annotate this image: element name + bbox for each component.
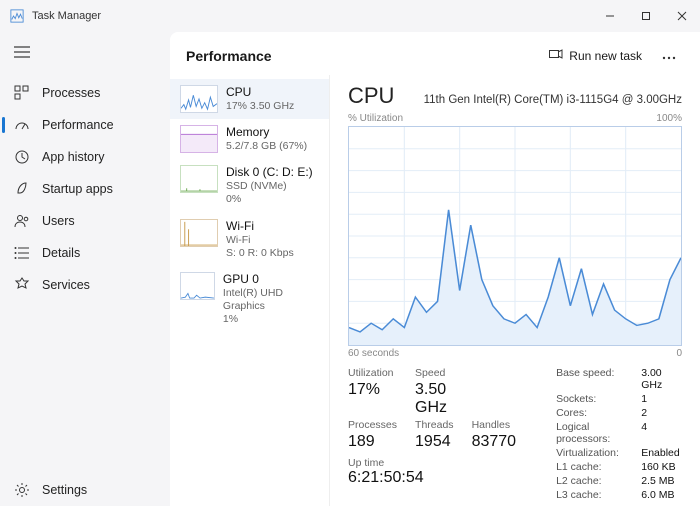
x-axis-right: 0	[676, 348, 682, 359]
app-icon	[10, 9, 24, 23]
gear-icon	[14, 482, 30, 498]
perf-name: CPU	[226, 85, 294, 100]
x-axis-left: 60 seconds	[348, 348, 399, 359]
list-icon	[14, 245, 30, 261]
nav-label: Services	[42, 278, 90, 292]
cpu-thumb	[180, 85, 218, 113]
nav-performance[interactable]: Performance	[0, 109, 170, 141]
info-value: 4	[641, 421, 682, 445]
proc-label: Processes	[348, 419, 397, 431]
speed-value: 3.50 GHz	[415, 381, 454, 417]
gpu-thumb	[180, 272, 215, 300]
speed-label: Speed	[415, 367, 454, 379]
grid-icon	[14, 85, 30, 101]
perf-item-gpu0[interactable]: GPU 0Intel(R) UHD Graphics1%	[170, 266, 329, 332]
perf-sub: Wi-Fi	[226, 234, 294, 247]
uptime-label: Up time	[348, 457, 516, 469]
info-value: Enabled	[641, 447, 682, 459]
nav-startup-apps[interactable]: Startup apps	[0, 173, 170, 205]
nav-label: App history	[42, 150, 105, 164]
info-key: Logical processors:	[556, 421, 621, 445]
disk-thumb	[180, 165, 218, 193]
uptime-value: 6:21:50:54	[348, 469, 516, 487]
info-key: Virtualization:	[556, 447, 621, 459]
run-task-label: Run new task	[569, 49, 642, 63]
perf-sub: 5.2/7.8 GB (67%)	[226, 140, 307, 153]
nav-label: Startup apps	[42, 182, 113, 196]
y-axis-label: % Utilization	[348, 113, 403, 124]
nav-services[interactable]: Services	[0, 269, 170, 301]
detail-panel: CPU 11th Gen Intel(R) Core(TM) i3-1115G4…	[330, 75, 700, 506]
perf-sub2: 1%	[223, 313, 319, 326]
perf-name: GPU 0	[223, 272, 319, 287]
nav-label: Settings	[42, 483, 87, 497]
window-close-button[interactable]	[664, 0, 700, 32]
nav-processes[interactable]: Processes	[0, 77, 170, 109]
wifi-thumb	[180, 219, 218, 247]
perf-sub2: 0%	[226, 193, 313, 206]
history-icon	[14, 149, 30, 165]
perf-name: Memory	[226, 125, 307, 140]
perf-list: CPU17% 3.50 GHz Memory5.2/7.8 GB (67%) D…	[170, 75, 330, 506]
nav-users[interactable]: Users	[0, 205, 170, 237]
info-key: L2 cache:	[556, 475, 621, 487]
info-key: L1 cache:	[556, 461, 621, 473]
util-label: Utilization	[348, 367, 397, 379]
rocket-icon	[14, 181, 30, 197]
memory-thumb	[180, 125, 218, 153]
system-info: Base speed: 3.00 GHz Sockets: 1 Cores: 2 Logic…	[556, 367, 682, 501]
y-axis-max: 100%	[656, 113, 682, 124]
run-new-task-button[interactable]: Run new task	[541, 44, 650, 67]
nav-label: Processes	[42, 86, 100, 100]
hnd-label: Handles	[472, 419, 517, 431]
util-value: 17%	[348, 381, 397, 417]
window-maximize-button[interactable]	[628, 0, 664, 32]
proc-value: 189	[348, 433, 397, 451]
app-title: Task Manager	[32, 10, 592, 22]
sidebar: Processes Performance App history Startu…	[0, 32, 170, 506]
run-task-icon	[549, 48, 563, 63]
info-value: 2.5 MB	[641, 475, 682, 487]
more-button[interactable]	[654, 45, 684, 67]
perf-item-memory[interactable]: Memory5.2/7.8 GB (67%)	[170, 119, 329, 159]
info-key: Cores:	[556, 407, 621, 419]
perf-sub: SSD (NVMe)	[226, 180, 313, 193]
nav-label: Performance	[42, 118, 114, 132]
info-value: 6.0 MB	[641, 489, 682, 501]
info-value: 3.00 GHz	[641, 367, 682, 391]
perf-name: Wi-Fi	[226, 219, 294, 234]
perf-sub: 17% 3.50 GHz	[226, 100, 294, 113]
info-value: 160 KB	[641, 461, 682, 473]
perf-sub: Intel(R) UHD Graphics	[223, 287, 319, 313]
hamburger-button[interactable]	[0, 36, 170, 71]
thr-value: 1954	[415, 433, 454, 451]
cpu-model: 11th Gen Intel(R) Core(TM) i3-1115G4 @ 3…	[424, 94, 682, 106]
cpu-utilization-chart	[348, 126, 682, 346]
page-title: Performance	[186, 48, 541, 64]
nav-settings[interactable]: Settings	[0, 474, 170, 506]
hnd-value: 83770	[472, 433, 517, 451]
info-key: Base speed:	[556, 367, 621, 391]
titlebar: Task Manager	[0, 0, 700, 32]
info-value: 2	[641, 407, 682, 419]
nav-details[interactable]: Details	[0, 237, 170, 269]
nav-label: Details	[42, 246, 80, 260]
thr-label: Threads	[415, 419, 454, 431]
nav-app-history[interactable]: App history	[0, 141, 170, 173]
perf-sub2: S: 0 R: 0 Kbps	[226, 247, 294, 260]
info-value: 1	[641, 393, 682, 405]
info-key: Sockets:	[556, 393, 621, 405]
window-minimize-button[interactable]	[592, 0, 628, 32]
perf-item-wifi[interactable]: Wi-FiWi-FiS: 0 R: 0 Kbps	[170, 213, 329, 266]
nav-label: Users	[42, 214, 75, 228]
perf-item-disk0[interactable]: Disk 0 (C: D: E:)SSD (NVMe)0%	[170, 159, 329, 212]
info-key: L3 cache:	[556, 489, 621, 501]
perf-name: Disk 0 (C: D: E:)	[226, 165, 313, 180]
users-icon	[14, 213, 30, 229]
perf-item-cpu[interactable]: CPU17% 3.50 GHz	[170, 79, 329, 119]
speed-icon	[14, 117, 30, 133]
content-header: Performance Run new task	[170, 32, 700, 75]
services-icon	[14, 277, 30, 293]
detail-title: CPU	[348, 83, 394, 109]
